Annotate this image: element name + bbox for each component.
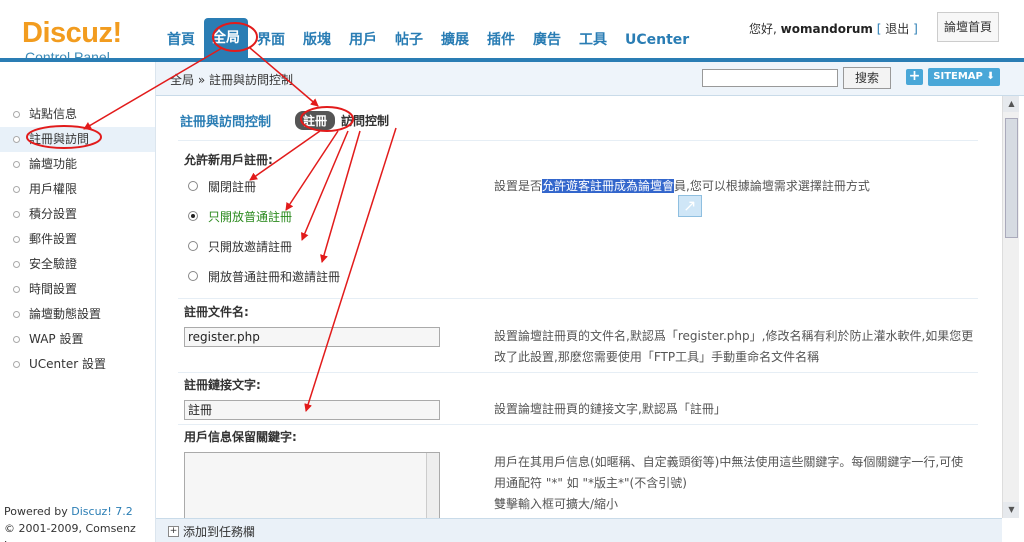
option-label: 只開放邀請註冊 bbox=[208, 239, 293, 254]
sidebar-item-user-permissions[interactable]: 用戶權限 bbox=[0, 177, 155, 202]
divider bbox=[178, 372, 978, 373]
nav-item-ucenter[interactable]: UCenter bbox=[616, 22, 698, 58]
register-file-title: 註冊文件名: bbox=[184, 305, 249, 319]
option-both-register[interactable]: 開放普通註冊和邀請註冊 bbox=[188, 268, 340, 284]
subbar: 全局 » 註冊與訪問控制 搜索 + SITEMAP ⬇ bbox=[156, 62, 1024, 96]
sidebar-item-ucenter[interactable]: UCenter 設置 bbox=[0, 352, 155, 377]
selected-text: 允許遊客註冊成為論壇會 bbox=[542, 179, 675, 193]
divider bbox=[178, 140, 978, 141]
sidebar-item-register-access[interactable]: 註冊與訪問 bbox=[0, 127, 155, 152]
powered-by: Powered by Discuz! 7.2 bbox=[4, 503, 155, 520]
tab-register[interactable]: 註冊 bbox=[295, 110, 336, 130]
allow-register-title: 允許新用戶註冊: bbox=[184, 153, 273, 167]
register-link-desc: 設置論壇註冊頁的鏈接文字,默認爲「註冊」 bbox=[494, 402, 726, 416]
logout-bracket-open: [ bbox=[876, 22, 882, 36]
sidebar-item-forum-features[interactable]: 論壇功能 bbox=[0, 152, 155, 177]
sidebar-footer: Powered by Discuz! 7.2 © 2001-2009, Coms… bbox=[4, 503, 155, 542]
sidebar-item-mail[interactable]: 郵件設置 bbox=[0, 227, 155, 252]
user-info: 您好, womandorum [ 退出 ] bbox=[749, 20, 918, 37]
option-label: 關閉註冊 bbox=[208, 179, 257, 194]
sidebar-item-wap[interactable]: WAP 設置 bbox=[0, 327, 155, 352]
sidebar-item-credits[interactable]: 積分設置 bbox=[0, 202, 155, 227]
powered-by-text: Powered by bbox=[4, 505, 68, 518]
sitemap-button[interactable]: SITEMAP ⬇ bbox=[928, 68, 1000, 86]
textarea-scrollbar[interactable] bbox=[426, 453, 439, 518]
window-edge bbox=[1019, 96, 1024, 542]
radio-icon[interactable] bbox=[188, 181, 198, 191]
forum-home-button[interactable]: 論壇首頁 bbox=[937, 12, 999, 42]
radio-icon[interactable] bbox=[188, 241, 198, 251]
logout-link[interactable]: 退出 bbox=[885, 22, 909, 36]
nav-item-users[interactable]: 用戶 bbox=[340, 22, 386, 58]
scroll-up-icon[interactable]: ▲ bbox=[1003, 96, 1020, 112]
radio-icon[interactable] bbox=[188, 271, 198, 281]
allow-register-desc: 設置是否允許遊客註冊成為論壇會員,您可以根據論壇需求選擇註冊方式 bbox=[494, 176, 974, 197]
sidebar-menu: 站點信息 註冊與訪問 論壇功能 用戶權限 積分設置 郵件設置 安全驗證 時間設置… bbox=[0, 102, 155, 377]
register-file-input[interactable]: register.php bbox=[184, 327, 440, 347]
nav-item-global[interactable]: 全局 bbox=[204, 18, 248, 62]
radio-checked-icon[interactable] bbox=[188, 211, 198, 221]
plus-box-icon[interactable]: + bbox=[168, 526, 179, 537]
settings-tabs: 註冊與訪問控制 註冊 訪問控制 bbox=[180, 110, 389, 130]
main-nav: 首頁 全局 界面 版塊 用戶 帖子 擴展 插件 廣告 工具 UCenter bbox=[158, 18, 698, 62]
translate-popup-icon[interactable] bbox=[678, 195, 702, 217]
nav-item-home[interactable]: 首頁 bbox=[158, 22, 204, 58]
reserved-words-desc: 用戶在其用戶信息(如暱稱、自定義頭銜等)中無法使用這些關鍵字。每個關鍵字一行,可… bbox=[494, 452, 974, 515]
sidebar-item-site-info[interactable]: 站點信息 bbox=[0, 102, 155, 127]
vertical-scrollbar[interactable]: ▲ ▼ bbox=[1002, 96, 1020, 518]
sidebar-item-time[interactable]: 時間設置 bbox=[0, 277, 155, 302]
nav-item-interface[interactable]: 界面 bbox=[248, 22, 294, 58]
logo-brand: Discuz! bbox=[22, 17, 122, 49]
logout-bracket-close: ] bbox=[913, 22, 918, 36]
nav-item-plugins[interactable]: 插件 bbox=[478, 22, 524, 58]
register-link-input[interactable]: 註冊 bbox=[184, 400, 440, 420]
option-invite-register[interactable]: 只開放邀請註冊 bbox=[188, 238, 292, 254]
sidebar: 站點信息 註冊與訪問 論壇功能 用戶權限 積分設置 郵件設置 安全驗證 時間設置… bbox=[0, 62, 156, 542]
nav-item-tools[interactable]: 工具 bbox=[570, 22, 616, 58]
divider bbox=[178, 424, 978, 425]
scroll-down-icon[interactable]: ▼ bbox=[1003, 502, 1020, 518]
search-button[interactable]: 搜索 bbox=[843, 67, 891, 89]
sidebar-item-security[interactable]: 安全驗證 bbox=[0, 252, 155, 277]
sidebar-item-forum-feed[interactable]: 論壇動態設置 bbox=[0, 302, 155, 327]
search-input[interactable] bbox=[702, 69, 838, 87]
option-close-register[interactable]: 關閉註冊 bbox=[188, 178, 256, 194]
header: Discuz! Control Panel 首頁 全局 界面 版塊 用戶 帖子 … bbox=[0, 0, 1024, 65]
divider bbox=[178, 298, 978, 299]
nav-item-forums[interactable]: 版塊 bbox=[294, 22, 340, 58]
reserved-words-title: 用戶信息保留關鍵字: bbox=[184, 430, 297, 444]
page-title: 註冊與訪問控制 bbox=[180, 114, 272, 130]
desc-hint: 雙擊輸入框可擴大/縮小 bbox=[494, 497, 619, 511]
option-label: 開放普通註冊和邀請註冊 bbox=[208, 269, 341, 284]
main-content: 註冊與訪問控制 註冊 訪問控制 允許新用戶註冊: 關閉註冊 只開放普通註冊 只開… bbox=[156, 96, 1002, 518]
username: womandorum bbox=[780, 22, 873, 36]
breadcrumb: 全局 » 註冊與訪問控制 bbox=[170, 73, 293, 87]
register-file-desc: 設置論壇註冊頁的文件名,默認爲「register.php」,修改名稱有利於防止灌… bbox=[494, 329, 974, 364]
nav-item-extensions[interactable]: 擴展 bbox=[432, 22, 478, 58]
powered-by-version[interactable]: Discuz! 7.2 bbox=[71, 505, 132, 518]
desc-text: 員,您可以根據論壇需求選擇註冊方式 bbox=[674, 179, 870, 193]
greeting: 您好, bbox=[749, 22, 777, 36]
desc-text: 用戶在其用戶信息(如暱稱、自定義頭銜等)中無法使用這些關鍵字。每個關鍵字一行,可… bbox=[494, 455, 964, 490]
add-to-taskbar[interactable]: + 添加到任務欄 bbox=[168, 523, 255, 540]
reserved-words-textarea[interactable] bbox=[184, 452, 440, 518]
add-to-taskbar-label: 添加到任務欄 bbox=[183, 525, 256, 539]
copyright: © 2001-2009, Comsenz Inc. bbox=[4, 522, 136, 542]
tab-access-control[interactable]: 訪問控制 bbox=[341, 112, 389, 129]
register-link-title: 註冊鏈接文字: bbox=[184, 378, 261, 392]
nav-item-posts[interactable]: 帖子 bbox=[386, 22, 432, 58]
desc-text: 設置是否 bbox=[494, 179, 543, 193]
option-label: 只開放普通註冊 bbox=[208, 209, 293, 224]
nav-item-ads[interactable]: 廣告 bbox=[524, 22, 570, 58]
plus-icon[interactable]: + bbox=[906, 69, 923, 85]
scroll-thumb[interactable] bbox=[1005, 118, 1018, 238]
option-normal-register[interactable]: 只開放普通註冊 bbox=[188, 208, 292, 224]
bottom-taskbar: + 添加到任務欄 bbox=[156, 518, 1002, 542]
